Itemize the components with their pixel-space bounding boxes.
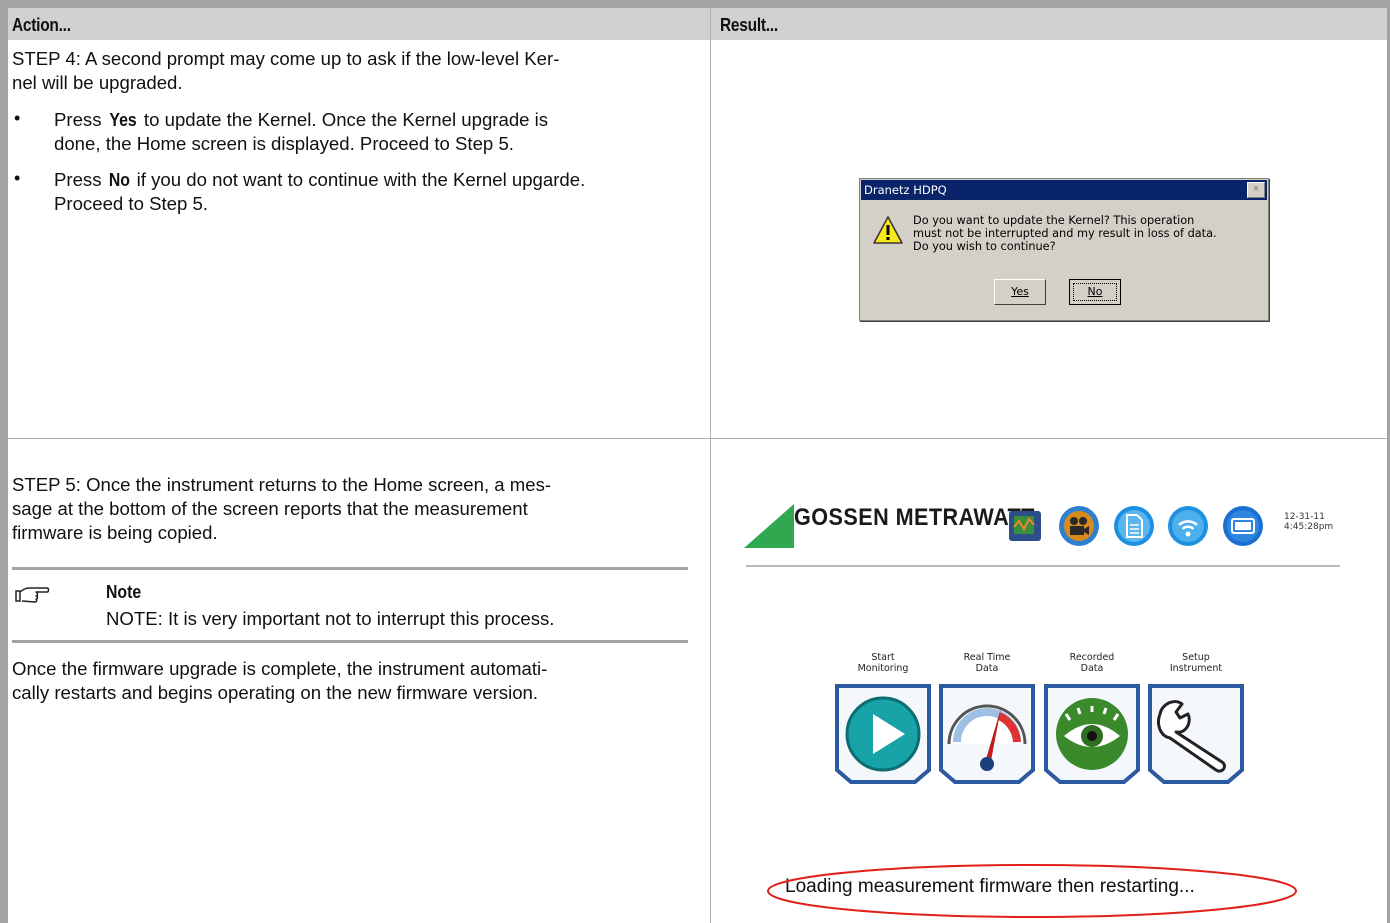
yes-button[interactable]: Yes <box>994 279 1046 305</box>
bullet2-bold: No <box>108 169 130 190</box>
date-text: 12-31-11 <box>1284 512 1325 522</box>
step4-intro-line1: STEP 4: A second prompt may come up to a… <box>12 48 560 69</box>
time-text: 4:45:28pm <box>1284 522 1334 532</box>
note-title: Note <box>106 580 147 604</box>
bullet1-pre: Press <box>54 109 107 130</box>
dialog-title: Dranetz HDPQ <box>861 180 1267 200</box>
home-divider <box>746 565 1340 567</box>
eye-icon <box>1056 698 1128 770</box>
tile-label-real-time-data: Real Time Data <box>939 652 1035 674</box>
bullet2-pre: Press <box>54 169 107 190</box>
step4-intro-line2: nel will be upgraded. <box>12 72 183 93</box>
header-action: Action... <box>12 15 71 35</box>
dialog-message: Do you want to update the Kernel? This o… <box>913 214 1217 253</box>
document-icon[interactable] <box>1113 505 1155 547</box>
table-top-border <box>0 0 1390 8</box>
step4-bullet1-line1: Press Yes to update the Kernel. Once the… <box>54 108 548 132</box>
tile-label-line1: Start <box>871 652 895 663</box>
dialog-message-line3: Do you wish to continue? <box>913 240 1056 253</box>
bullet1-bold: Yes <box>109 109 137 130</box>
step5-after-line2: cally restarts and begins operating on t… <box>12 682 539 703</box>
manual-page: Action... Result... STEP 4: A second pro… <box>0 0 1390 923</box>
tile-label-setup-instrument: Setup Instrument <box>1148 652 1244 674</box>
scope-icon[interactable] <box>1007 507 1045 545</box>
warning-icon <box>873 216 903 244</box>
no-label: No <box>1087 285 1103 298</box>
setup-instrument-button[interactable] <box>1148 684 1244 784</box>
start-monitoring-button[interactable] <box>835 684 931 784</box>
tile-label-line2: Data <box>975 663 999 674</box>
pointing-hand-icon <box>15 587 50 603</box>
brand-name: GOSSEN METRAWATT <box>794 504 1035 531</box>
no-button[interactable]: No <box>1069 279 1121 305</box>
note-title-text: Note <box>106 581 142 602</box>
note-top-rule <box>12 567 688 570</box>
tile-label-line1: Setup <box>1182 652 1210 663</box>
tile-label-line2: Monitoring <box>857 663 909 674</box>
header-result: Result... <box>720 15 778 35</box>
bullet-marker: • <box>14 168 21 188</box>
step4-bullet1-line2: done, the Home screen is displayed. Proc… <box>54 133 514 154</box>
row-divider <box>8 438 1387 439</box>
recorded-data-button[interactable] <box>1044 684 1140 784</box>
note-text: NOTE: It is very important not to interr… <box>106 608 555 629</box>
bullet-marker: • <box>14 108 21 128</box>
wifi-icon[interactable] <box>1167 505 1209 547</box>
dialog-message-line2: must not be interrupted and my result in… <box>913 227 1217 240</box>
real-time-data-button[interactable] <box>939 684 1035 784</box>
table-left-border <box>0 0 8 923</box>
close-icon[interactable]: × <box>1247 182 1265 198</box>
tile-label-recorded-data: Recorded Data <box>1044 652 1140 674</box>
step5-after-line1: Once the firmware upgrade is complete, t… <box>12 658 548 679</box>
bullet2-post: if you do not want to continue with the … <box>131 169 586 190</box>
datetime: 12-31-11 4:45:28pm <box>1284 512 1333 532</box>
tile-label-line2: Instrument <box>1169 663 1223 674</box>
step4-bullet2-line1: Press No if you do not want to continue … <box>54 168 585 192</box>
dialog-message-line1: Do you want to update the Kernel? This o… <box>913 214 1195 227</box>
column-divider <box>710 8 711 923</box>
table-header-row: Action... Result... <box>8 8 1387 40</box>
kernel-update-dialog: Dranetz HDPQ × Do you want to update the… <box>859 178 1269 321</box>
yes-label: Yes <box>1011 285 1029 298</box>
highlight-ellipse <box>767 864 1297 918</box>
tile-label-line1: Recorded <box>1069 652 1115 663</box>
step4-bullet2-line2: Proceed to Step 5. <box>54 193 209 214</box>
step5-line2: sage at the bottom of the screen reports… <box>12 498 528 519</box>
step5-line3: firmware is being copied. <box>12 522 218 543</box>
battery-icon[interactable] <box>1222 505 1264 547</box>
brand-logo-triangle-icon <box>744 504 794 548</box>
bullet1-post: to update the Kernel. Once the Kernel up… <box>138 109 549 130</box>
tile-label-line2: Data <box>1080 663 1104 674</box>
step5-line1: STEP 5: Once the instrument returns to t… <box>12 474 552 495</box>
tile-label-line1: Real Time <box>963 652 1011 663</box>
note-bottom-rule <box>12 640 688 643</box>
tile-label-start-monitoring: Start Monitoring <box>835 652 931 674</box>
camera-icon[interactable] <box>1058 505 1100 547</box>
